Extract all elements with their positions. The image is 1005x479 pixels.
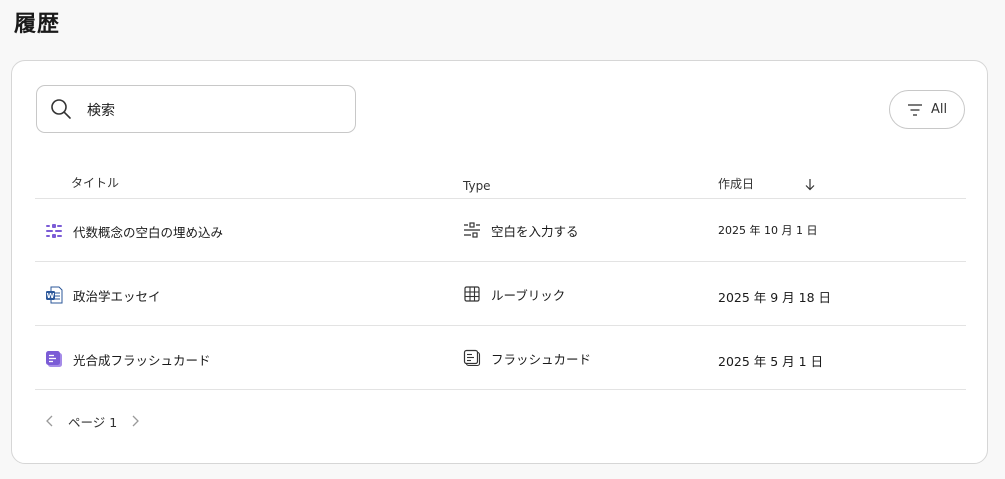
arrow-down-icon[interactable] xyxy=(804,178,816,191)
chevron-left-icon[interactable] xyxy=(44,414,56,428)
word-doc-icon: W xyxy=(46,286,63,304)
page-indicator: ページ 1 xyxy=(68,414,118,430)
search-box[interactable] xyxy=(36,85,356,133)
search-icon xyxy=(51,99,71,119)
filter-lines-icon xyxy=(907,103,922,116)
flashcard-icon xyxy=(463,349,481,367)
filter-button[interactable]: All xyxy=(889,90,965,129)
chevron-right-icon[interactable] xyxy=(129,414,141,428)
page-title: 履歴 xyxy=(14,12,61,37)
fill-blank-doc-icon xyxy=(46,224,62,238)
flashcard-doc-icon xyxy=(46,351,62,367)
row-title[interactable]: 代数概念の空白の埋め込み xyxy=(73,222,223,241)
fill-blank-icon xyxy=(464,222,480,238)
pagination: ページ 1 xyxy=(44,411,141,431)
row-title[interactable]: 政治学エッセイ xyxy=(73,286,161,305)
table-row[interactable]: 代数概念の空白の埋め込み 空白を入力する 2025 年 10 月 1 日 xyxy=(35,198,966,262)
row-date: 2025 年 9 月 18 日 xyxy=(718,290,832,305)
row-title[interactable]: 光合成フラッシュカード xyxy=(73,350,211,369)
column-header-date[interactable]: 作成日 xyxy=(718,175,754,192)
table-body: 代数概念の空白の埋め込み 空白を入力する 2025 年 10 月 1 日 W 政… xyxy=(35,198,966,390)
row-date: 2025 年 10 月 1 日 xyxy=(718,224,818,237)
search-input[interactable] xyxy=(85,96,339,124)
table-row[interactable]: W 政治学エッセイ ルーブリック 2025 年 9 月 18 日 xyxy=(35,262,966,326)
row-type: フラッシュカード xyxy=(491,352,592,367)
row-type: ルーブリック xyxy=(491,288,566,303)
rubric-grid-icon xyxy=(464,286,480,302)
row-date: 2025 年 5 月 1 日 xyxy=(718,354,824,369)
history-card: All タイトル Type 作成日 代数概念の空白の埋め込み xyxy=(11,60,988,464)
svg-text:W: W xyxy=(47,292,55,300)
column-header-type[interactable]: Type xyxy=(463,179,491,193)
table-row[interactable]: 光合成フラッシュカード フラッシュカード 2025 年 5 月 1 日 xyxy=(35,326,966,390)
row-type: 空白を入力する xyxy=(491,224,579,239)
table-header: タイトル Type 作成日 xyxy=(35,164,966,199)
column-header-title[interactable]: タイトル xyxy=(71,174,119,191)
filter-label: All xyxy=(930,102,948,117)
